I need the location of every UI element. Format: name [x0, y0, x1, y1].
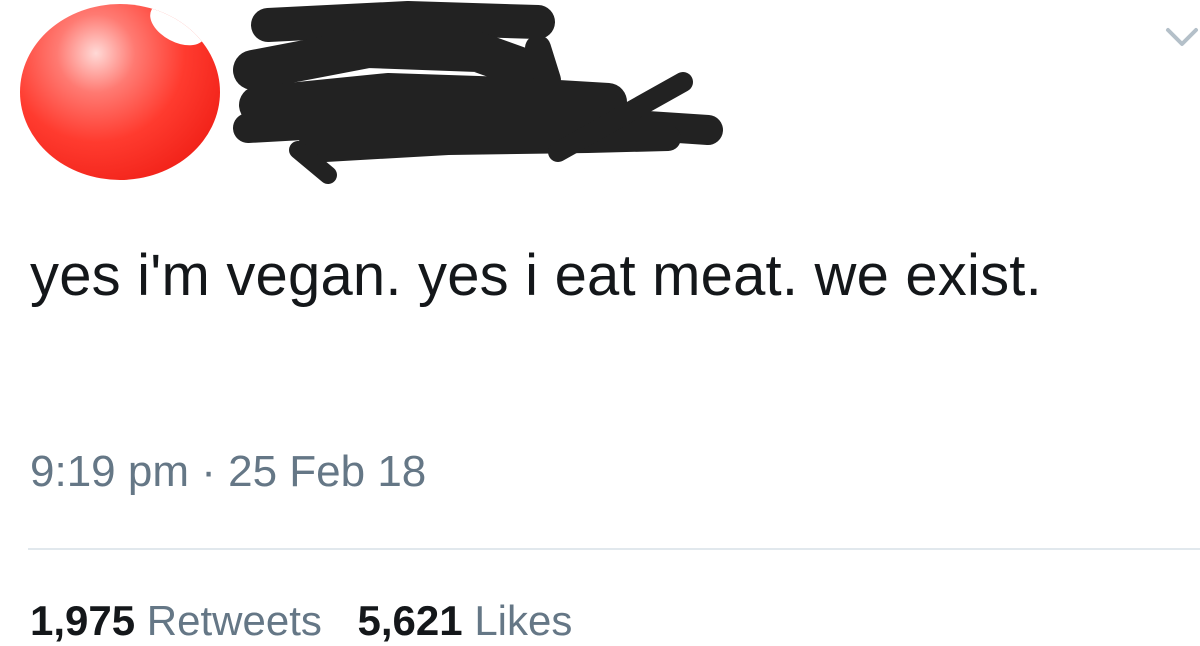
tweet-timestamp[interactable]: 9:19 pm · 25 Feb 18: [30, 446, 426, 498]
divider: [28, 548, 1200, 550]
tweet-date: 25 Feb 18: [228, 447, 427, 496]
timestamp-separator: ·: [201, 447, 216, 496]
tweet-time: 9:19 pm: [30, 447, 189, 496]
likes-count: 5,621: [357, 597, 463, 644]
retweets-stat[interactable]: 1,975 Retweets: [30, 596, 322, 646]
likes-stat[interactable]: 5,621 Likes: [358, 596, 573, 646]
avatar[interactable]: [20, 4, 220, 180]
retweets-label: Retweets: [146, 597, 322, 644]
retweets-count: 1,975: [30, 597, 136, 644]
engagement-stats: 1,975 Retweets 5,621 Likes: [30, 596, 596, 646]
likes-label: Likes: [474, 597, 573, 644]
redacted-username: [233, 1, 723, 184]
chevron-down-icon[interactable]: [1162, 18, 1200, 50]
tweet-text: yes i'm vegan. yes i eat meat. we exist.: [30, 243, 1042, 308]
avatar-highlight: [143, 4, 213, 54]
